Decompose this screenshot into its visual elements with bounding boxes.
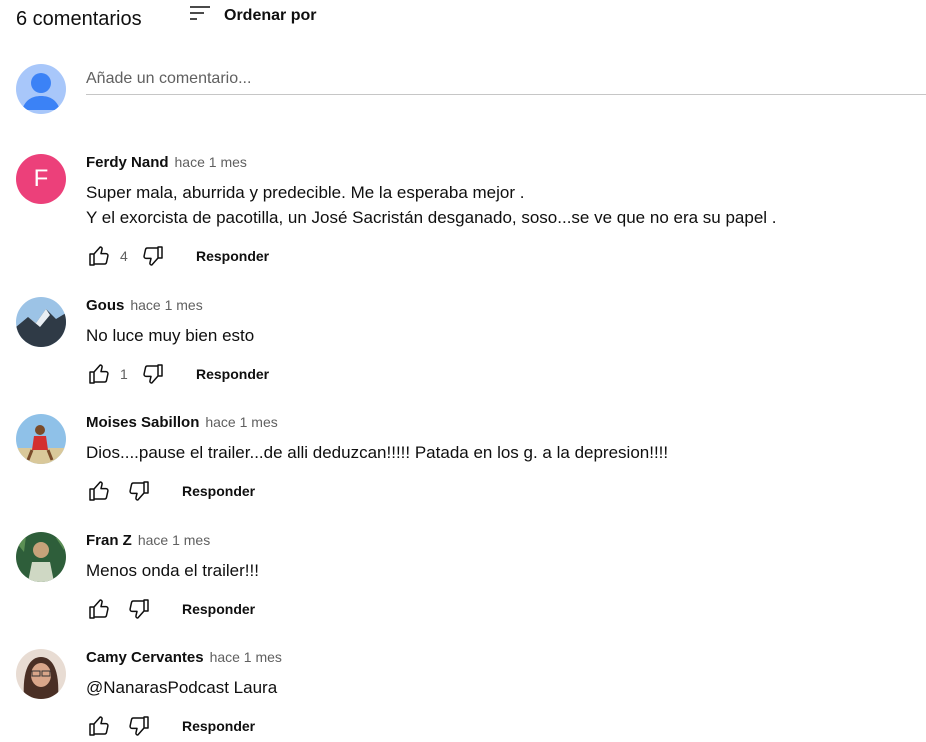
comment-count: 6 comentarios xyxy=(16,7,142,30)
comment-author[interactable]: Moises Sabillon xyxy=(86,414,199,431)
sort-label: Ordenar por xyxy=(224,7,317,24)
reply-button[interactable]: Responder xyxy=(196,366,269,382)
comment-time[interactable]: hace 1 mes xyxy=(175,154,247,170)
comment-input[interactable] xyxy=(86,64,926,95)
comment-time[interactable]: hace 1 mes xyxy=(210,649,282,665)
reply-button[interactable]: Responder xyxy=(182,601,255,617)
comment-actions: 1 Responder xyxy=(86,358,926,390)
sort-button[interactable]: Ordenar por xyxy=(188,4,316,28)
comment-actions: 4 Responder xyxy=(86,240,926,272)
comment-time[interactable]: hace 1 mes xyxy=(205,414,277,430)
comment-actions: Responder xyxy=(86,710,926,742)
like-icon[interactable] xyxy=(86,243,112,269)
like-icon[interactable] xyxy=(86,361,112,387)
dislike-icon[interactable] xyxy=(140,243,166,269)
dislike-icon[interactable] xyxy=(126,478,152,504)
comment-actions: Responder xyxy=(86,475,926,507)
comments-header: 6 comentarios xyxy=(16,4,142,34)
reply-button[interactable]: Responder xyxy=(182,483,255,499)
avatar[interactable] xyxy=(16,532,66,582)
like-icon[interactable] xyxy=(86,596,112,622)
comment-author[interactable]: Ferdy Nand xyxy=(86,154,169,171)
comment-author[interactable]: Fran Z xyxy=(86,532,132,549)
avatar[interactable] xyxy=(16,414,66,464)
avatar[interactable]: F xyxy=(16,154,66,204)
sort-icon xyxy=(188,2,212,31)
like-count: 1 xyxy=(120,366,128,382)
comment-actions: Responder xyxy=(86,593,926,625)
dislike-icon[interactable] xyxy=(126,596,152,622)
comment-text: @NanarasPodcast Laura xyxy=(86,678,278,697)
comment-text: Menos onda el trailer!!! xyxy=(86,561,259,580)
like-icon[interactable] xyxy=(86,478,112,504)
comment-text: Dios....pause el trailer...de alli deduz… xyxy=(86,443,669,462)
comment-author[interactable]: Camy Cervantes xyxy=(86,649,204,666)
reply-button[interactable]: Responder xyxy=(196,248,269,264)
like-icon[interactable] xyxy=(86,713,112,739)
comment-author[interactable]: Gous xyxy=(86,297,124,314)
like-count: 4 xyxy=(120,248,128,264)
reply-button[interactable]: Responder xyxy=(182,718,255,734)
comment-time[interactable]: hace 1 mes xyxy=(138,532,210,548)
dislike-icon[interactable] xyxy=(126,713,152,739)
comment-text: No luce muy bien esto xyxy=(86,326,255,345)
user-avatar xyxy=(16,64,66,114)
avatar[interactable] xyxy=(16,649,66,699)
comment-text: Super mala, aburrida y predecible. Me la… xyxy=(86,183,777,227)
comment-time[interactable]: hace 1 mes xyxy=(130,297,202,313)
dislike-icon[interactable] xyxy=(140,361,166,387)
add-comment-box xyxy=(16,64,926,114)
avatar[interactable] xyxy=(16,297,66,347)
